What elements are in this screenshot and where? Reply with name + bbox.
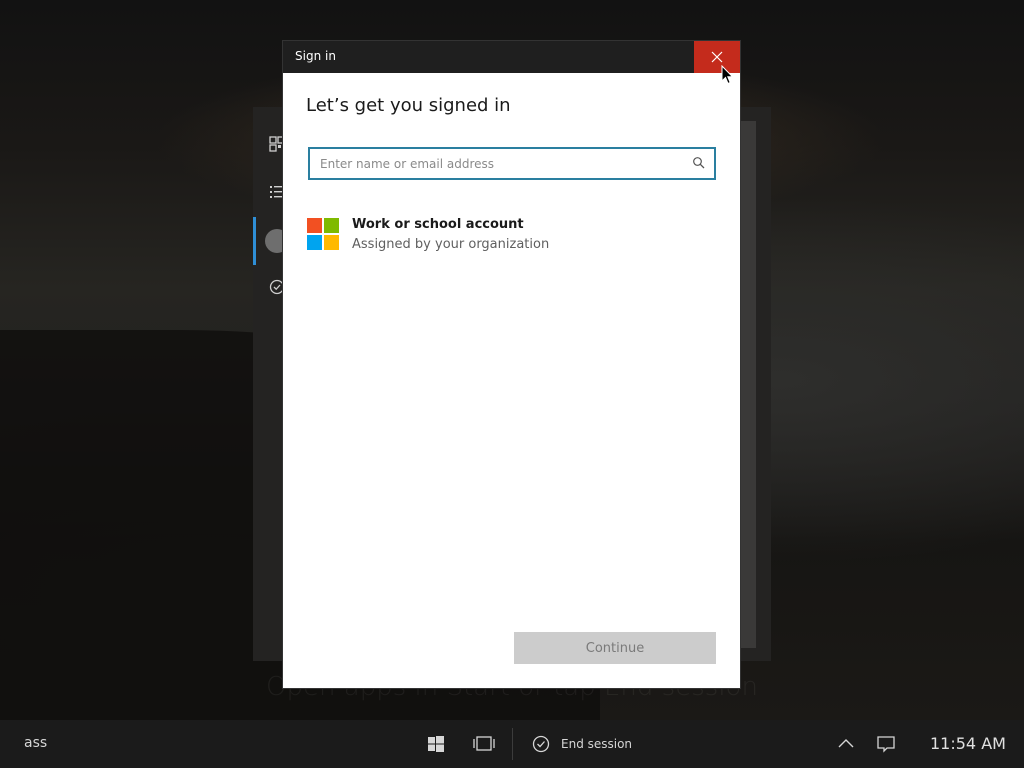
windows-start-icon[interactable] [426, 734, 446, 754]
clock[interactable]: 11:54 AM [930, 734, 1006, 753]
taskbar-left-text: ass [24, 735, 48, 751]
notification-icon[interactable] [876, 734, 896, 754]
chevron-up-icon[interactable] [836, 734, 856, 754]
dialog-titlebar: Sign in [283, 41, 740, 73]
checkmark-circle-icon[interactable] [532, 734, 552, 754]
account-option-subtitle: Assigned by your organization [352, 237, 550, 252]
account-option-title: Work or school account [352, 217, 524, 232]
mouse-cursor-icon [721, 65, 734, 85]
email-input[interactable] [310, 149, 690, 178]
dialog-heading: Let’s get you signed in [306, 95, 511, 116]
microsoft-logo-icon [307, 218, 339, 250]
work-school-account-option[interactable]: Work or school account Assigned by your … [307, 214, 717, 254]
taskbar: ass End session 11:54 AM [0, 720, 1024, 768]
continue-button[interactable]: Continue [514, 632, 716, 664]
sign-in-dialog: Sign in Let’s get you signed in Work or … [283, 41, 740, 688]
nav-selected-indicator [253, 217, 256, 265]
end-session-button[interactable]: End session [561, 737, 632, 751]
search-box [308, 147, 716, 180]
close-icon [711, 51, 723, 63]
dialog-title: Sign in [295, 49, 336, 63]
task-view-icon[interactable] [472, 734, 496, 754]
taskbar-separator [512, 728, 513, 760]
search-icon[interactable] [692, 156, 706, 170]
